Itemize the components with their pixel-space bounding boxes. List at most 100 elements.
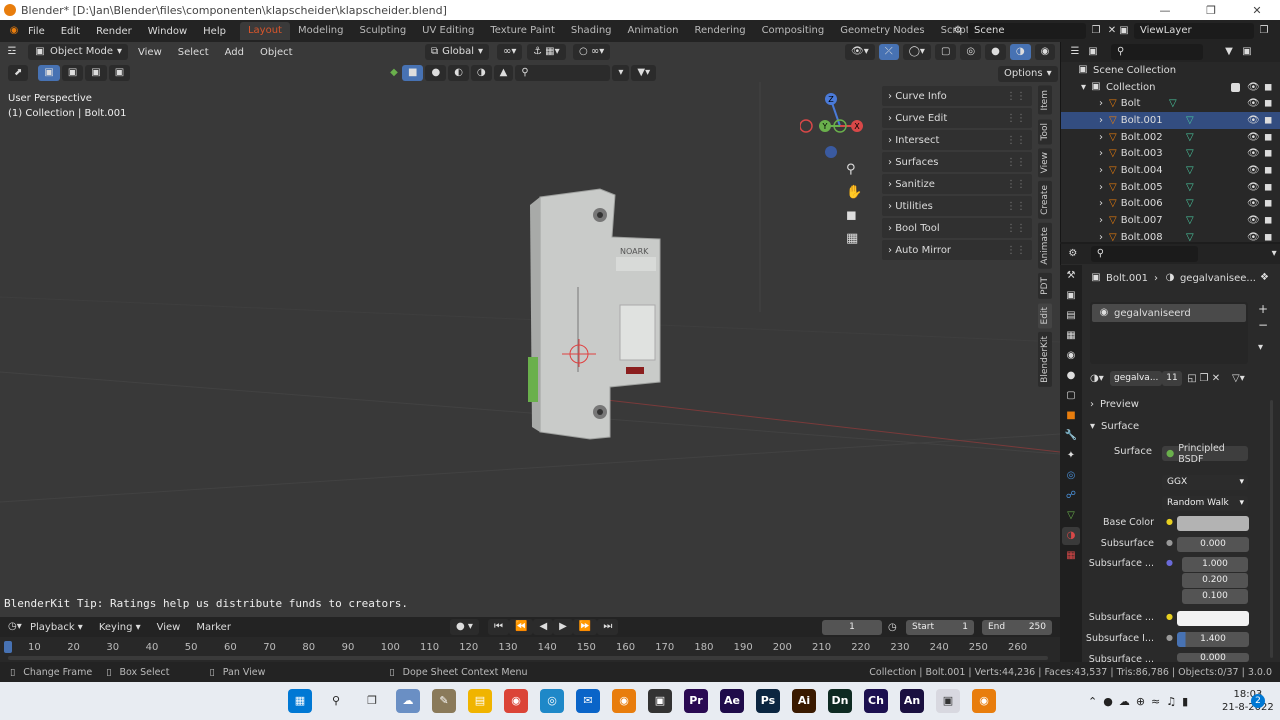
search-icon[interactable]: ⚲: [324, 689, 348, 713]
select-tool-button[interactable]: ⬈: [8, 65, 29, 81]
asset-models-button[interactable]: ■: [402, 65, 424, 81]
blender-menu-icon[interactable]: ◉: [8, 25, 20, 37]
tab-animate[interactable]: Animate: [1038, 223, 1052, 269]
npanel-surfaces[interactable]: › Surfaces ⋮⋮: [882, 152, 1032, 172]
modifier-tab-icon[interactable]: 🔧: [1062, 427, 1080, 445]
mesh-data-icon[interactable]: ▽: [1186, 232, 1194, 243]
subsurface-radius-x-field[interactable]: 1.000: [1182, 557, 1248, 572]
eye-icon[interactable]: 👁: [1247, 198, 1260, 209]
output-tab-icon[interactable]: ▤: [1062, 307, 1080, 325]
mesh-data-icon[interactable]: ▽: [1186, 132, 1194, 143]
editor-type-icon[interactable]: ☲: [6, 46, 18, 58]
menu-object[interactable]: Object: [254, 47, 299, 58]
subsurface-anisotropy-field[interactable]: 0.000: [1177, 653, 1249, 662]
outliner-item[interactable]: › ▽ Bolt.007 ▽ 👁 ◼: [1061, 212, 1280, 229]
pin-icon[interactable]: ❖: [1260, 272, 1269, 283]
mesh-data-icon[interactable]: ▽: [1186, 115, 1194, 126]
slot-menu-icon[interactable]: ▾: [1258, 342, 1263, 353]
mesh-data-icon[interactable]: ▽: [1186, 182, 1194, 193]
volume-icon[interactable]: ♫: [1166, 695, 1176, 708]
mesh-data-icon[interactable]: ▽: [1186, 165, 1194, 176]
preview-panel-header[interactable]: › Preview: [1090, 399, 1270, 410]
blender-app-icon[interactable]: ◉: [612, 689, 636, 713]
wireframe-shading-button[interactable]: ◎: [960, 44, 982, 60]
pivot-dropdown[interactable]: ∞▾: [497, 44, 523, 60]
timeline-scrollbar[interactable]: [8, 656, 1048, 660]
eye-icon[interactable]: 👁: [1247, 232, 1260, 243]
blenderkit-logo-icon[interactable]: ◆: [388, 67, 400, 79]
rendered-shading-button[interactable]: ◉: [1034, 44, 1056, 60]
particles-tab-icon[interactable]: ✦: [1062, 447, 1080, 465]
view-layer-selector[interactable]: ViewLayer: [1134, 23, 1254, 39]
surface-panel-header[interactable]: ▾ Surface: [1090, 421, 1270, 432]
options-dropdown[interactable]: Options ▾: [998, 66, 1058, 82]
material-slots-list[interactable]: ◉ gegalvaniseerd: [1090, 302, 1248, 364]
camera-icon[interactable]: ◼: [1264, 115, 1272, 126]
subsurface-radius-y-field[interactable]: 0.200: [1182, 573, 1248, 588]
timeline-ruler[interactable]: 10 20 30 40 50 60 70 80 90 100 110 120 130 140 150 160 1…: [0, 640, 1060, 656]
jump-keyframe-back-button[interactable]: ⏪: [509, 619, 534, 635]
eye-icon[interactable]: 👁: [1247, 132, 1260, 143]
windows-snipping-icon[interactable]: ▣: [936, 689, 960, 713]
file-explorer-icon[interactable]: ▤: [468, 689, 492, 713]
view-layer-icon[interactable]: ▣: [1118, 25, 1130, 37]
close-button[interactable]: ✕: [1234, 4, 1280, 17]
menu-add[interactable]: Add: [219, 47, 250, 58]
npanel-bool-tool[interactable]: › Bool Tool ⋮⋮: [882, 218, 1032, 238]
windows-start-icon[interactable]: ▦: [288, 689, 312, 713]
scene-icon[interactable]: ⚙: [952, 25, 964, 37]
copy-view-layer-icon[interactable]: ❐: [1258, 25, 1270, 37]
jump-end-button[interactable]: ⏭: [597, 619, 619, 635]
camera-icon[interactable]: ◼: [1264, 148, 1272, 159]
copy-scene-icon[interactable]: ❐: [1090, 25, 1102, 37]
play-button[interactable]: ▶: [553, 619, 573, 635]
outliner-item[interactable]: › ▽ Bolt.003 ▽ 👁 ◼: [1061, 145, 1280, 162]
jump-keyframe-forward-button[interactable]: ⏩: [572, 619, 598, 635]
data-tab-icon[interactable]: ▽: [1062, 507, 1080, 525]
tab-blenderkit[interactable]: BlenderKit: [1038, 332, 1052, 388]
maximize-button[interactable]: ❐: [1188, 4, 1234, 17]
blender-taskbar-icon[interactable]: ◉: [972, 689, 996, 713]
menu-marker[interactable]: Marker: [190, 622, 237, 633]
overlay-toggle[interactable]: ◯▾: [902, 44, 931, 60]
gizmo-toggle[interactable]: ⤫: [878, 44, 899, 60]
npanel-auto-mirror[interactable]: › Auto Mirror ⋮⋮: [882, 240, 1032, 260]
widgets-icon[interactable]: ☁: [396, 689, 420, 713]
menu-help[interactable]: Help: [195, 26, 234, 37]
outliner-editor-icon[interactable]: ☰: [1069, 46, 1081, 58]
subsurface-ior-field[interactable]: 1.400: [1177, 632, 1249, 647]
solid-shading-button[interactable]: ●: [985, 44, 1006, 60]
mesh-data-icon[interactable]: ▽: [1186, 198, 1194, 209]
blenderkit-search-input[interactable]: ⚲: [515, 65, 611, 81]
menu-window[interactable]: Window: [140, 26, 195, 37]
taskbar-app-icon[interactable]: Ch: [864, 689, 888, 713]
notification-badge[interactable]: 2: [1251, 694, 1265, 708]
expand-arrow-icon[interactable]: ›: [1099, 182, 1103, 193]
outliner-item[interactable]: › ▽ Bolt.006 ▽ 👁 ◼: [1061, 196, 1280, 213]
camera-icon[interactable]: ◼: [1264, 198, 1272, 209]
subsurface-color-swatch[interactable]: [1177, 611, 1249, 626]
eye-icon[interactable]: 👁: [1247, 82, 1260, 93]
camera-icon[interactable]: ◼: [1264, 82, 1272, 93]
new-collection-icon[interactable]: ▣: [1241, 46, 1253, 58]
clock-time[interactable]: 18:03: [1222, 688, 1274, 701]
expand-arrow-icon[interactable]: ›: [1099, 148, 1103, 159]
collection-checkbox[interactable]: [1231, 82, 1240, 92]
chrome-icon[interactable]: ◉: [504, 689, 528, 713]
display-mode-icon[interactable]: ▣: [1087, 46, 1099, 58]
taskbar-app-icon[interactable]: Ae: [720, 689, 744, 713]
physics-tab-icon[interactable]: ◎: [1062, 467, 1080, 485]
material-browse-icon[interactable]: ◑▾: [1090, 373, 1104, 385]
taskbar-app-icon[interactable]: Ai: [792, 689, 816, 713]
properties-search-input[interactable]: ⚲: [1090, 246, 1199, 262]
tab-texture-paint[interactable]: Texture Paint: [482, 22, 563, 40]
camera-icon[interactable]: ◼: [1264, 182, 1272, 193]
tab-modeling[interactable]: Modeling: [290, 22, 352, 40]
navigation-gizmo[interactable]: Z X Y: [800, 90, 870, 160]
expand-arrow-icon[interactable]: ›: [1099, 98, 1103, 109]
paint-app-icon[interactable]: ✎: [432, 689, 456, 713]
menu-file[interactable]: File: [20, 26, 53, 37]
tab-create[interactable]: Create: [1038, 181, 1052, 220]
texture-tab-icon[interactable]: ▦: [1062, 547, 1080, 565]
menu-select[interactable]: Select: [172, 47, 215, 58]
